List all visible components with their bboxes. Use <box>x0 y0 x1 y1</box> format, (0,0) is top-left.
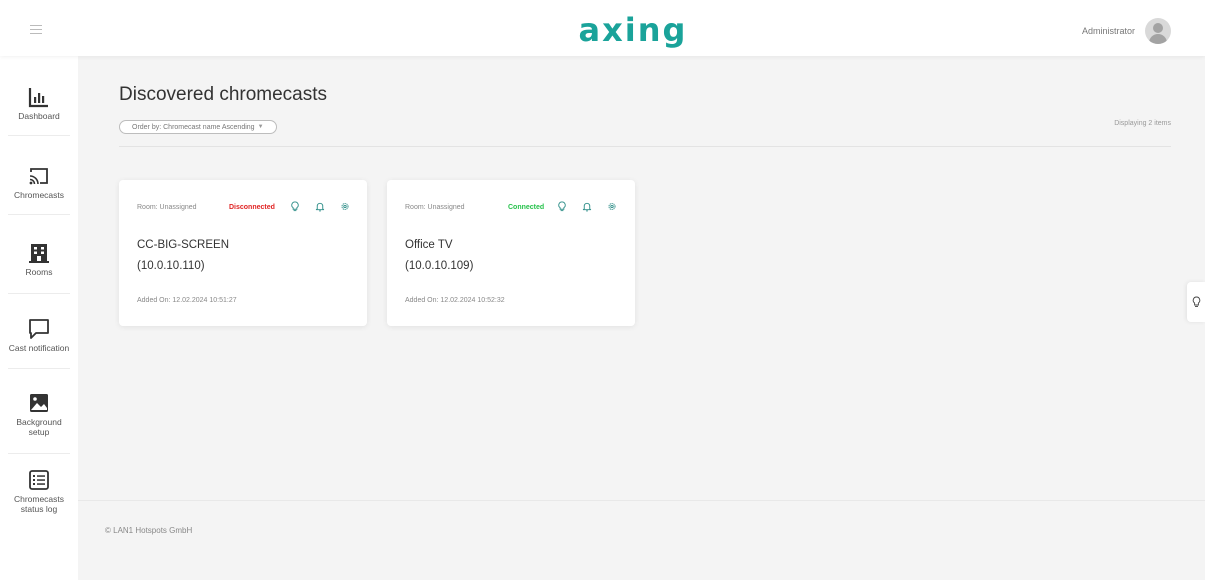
sidebar: Dashboard Chromecasts Rooms Cast notific… <box>0 56 78 580</box>
status-badge: Disconnected <box>229 204 275 211</box>
settings-button[interactable] <box>607 201 617 213</box>
bar-chart-icon <box>28 88 48 108</box>
sidebar-item-cast-notification[interactable]: Cast notification <box>0 318 78 353</box>
message-icon <box>29 319 49 339</box>
main-content: Discovered chromecasts Order by: Chromec… <box>78 56 1205 580</box>
chromecast-name: CC-BIG-SCREEN <box>137 239 230 251</box>
sidebar-divider <box>8 368 70 369</box>
card-actions <box>557 201 617 213</box>
footer-divider <box>78 500 1205 501</box>
sidebar-item-label: Chromecasts <box>13 190 65 200</box>
sidebar-item-label: Cast notification <box>8 343 70 353</box>
user-name: Administrator <box>1081 26 1135 36</box>
sidebar-divider <box>8 214 70 215</box>
order-by-label: Order by: Chromecast name Ascending <box>132 123 255 131</box>
identify-button[interactable] <box>290 201 300 213</box>
footer-copyright: © LAN1 Hotspots GmbH <box>105 526 193 535</box>
help-tab[interactable] <box>1187 282 1205 322</box>
image-icon <box>30 394 48 412</box>
chromecast-ip: (10.0.10.110) <box>137 260 205 272</box>
order-by-dropdown[interactable]: Order by: Chromecast name Ascending ▼ <box>119 120 277 134</box>
notification-button[interactable] <box>582 201 592 213</box>
top-bar: axing Administrator <box>0 0 1205 56</box>
axing-logo: axing <box>579 12 688 49</box>
sidebar-item-label: Dashboard <box>18 111 60 121</box>
sidebar-item-label: Background setup <box>16 417 62 437</box>
bell-icon <box>315 202 325 212</box>
sidebar-item-rooms[interactable]: Rooms <box>0 242 78 277</box>
notification-button[interactable] <box>315 201 325 213</box>
added-on: Added On: 12.02.2024 10:51:27 <box>137 297 237 304</box>
added-on: Added On: 12.02.2024 10:52:32 <box>405 297 505 304</box>
gear-icon <box>608 203 616 210</box>
lightbulb-icon <box>1192 296 1200 307</box>
bulb-icon <box>558 201 566 212</box>
status-badge: Connected <box>508 204 545 211</box>
avatar <box>1145 18 1171 44</box>
item-count: Displaying 2 items <box>1114 120 1171 127</box>
header-divider <box>119 146 1171 147</box>
user-menu[interactable]: Administrator <box>1082 17 1171 45</box>
page-title: Discovered chromecasts <box>119 84 328 105</box>
gear-icon <box>341 203 349 210</box>
room-label: Room: Unassigned <box>405 204 465 211</box>
chromecast-ip: (10.0.10.109) <box>405 260 474 272</box>
sidebar-item-label: Chromecasts status log <box>13 494 65 514</box>
sidebar-divider <box>8 453 70 454</box>
cast-icon <box>29 168 48 185</box>
svg-text:axing: axing <box>579 12 688 49</box>
chromecast-card[interactable]: Room: Unassigned Connected Office TV (10… <box>387 180 635 326</box>
bulb-icon <box>291 201 299 212</box>
sidebar-item-dashboard[interactable]: Dashboard <box>0 86 78 121</box>
sidebar-item-chromecasts-status-log[interactable]: Chromecasts status log <box>0 469 78 514</box>
chevron-down-icon: ▼ <box>257 124 264 130</box>
sidebar-item-label: Rooms <box>25 267 53 277</box>
building-icon <box>29 244 49 263</box>
sidebar-divider <box>8 135 70 136</box>
chromecast-card[interactable]: Room: Unassigned Disconnected CC-BIG-SCR… <box>119 180 367 326</box>
card-actions <box>290 201 350 213</box>
list-icon <box>29 470 49 490</box>
identify-button[interactable] <box>557 201 567 213</box>
bell-icon <box>582 202 592 212</box>
sidebar-item-chromecasts[interactable]: Chromecasts <box>0 165 78 200</box>
menu-toggle-icon[interactable] <box>30 25 42 35</box>
sidebar-divider <box>8 293 70 294</box>
settings-button[interactable] <box>340 201 350 213</box>
chromecast-name: Office TV <box>405 239 453 251</box>
sidebar-item-background-setup[interactable]: Background setup <box>0 392 78 437</box>
room-label: Room: Unassigned <box>137 204 197 211</box>
